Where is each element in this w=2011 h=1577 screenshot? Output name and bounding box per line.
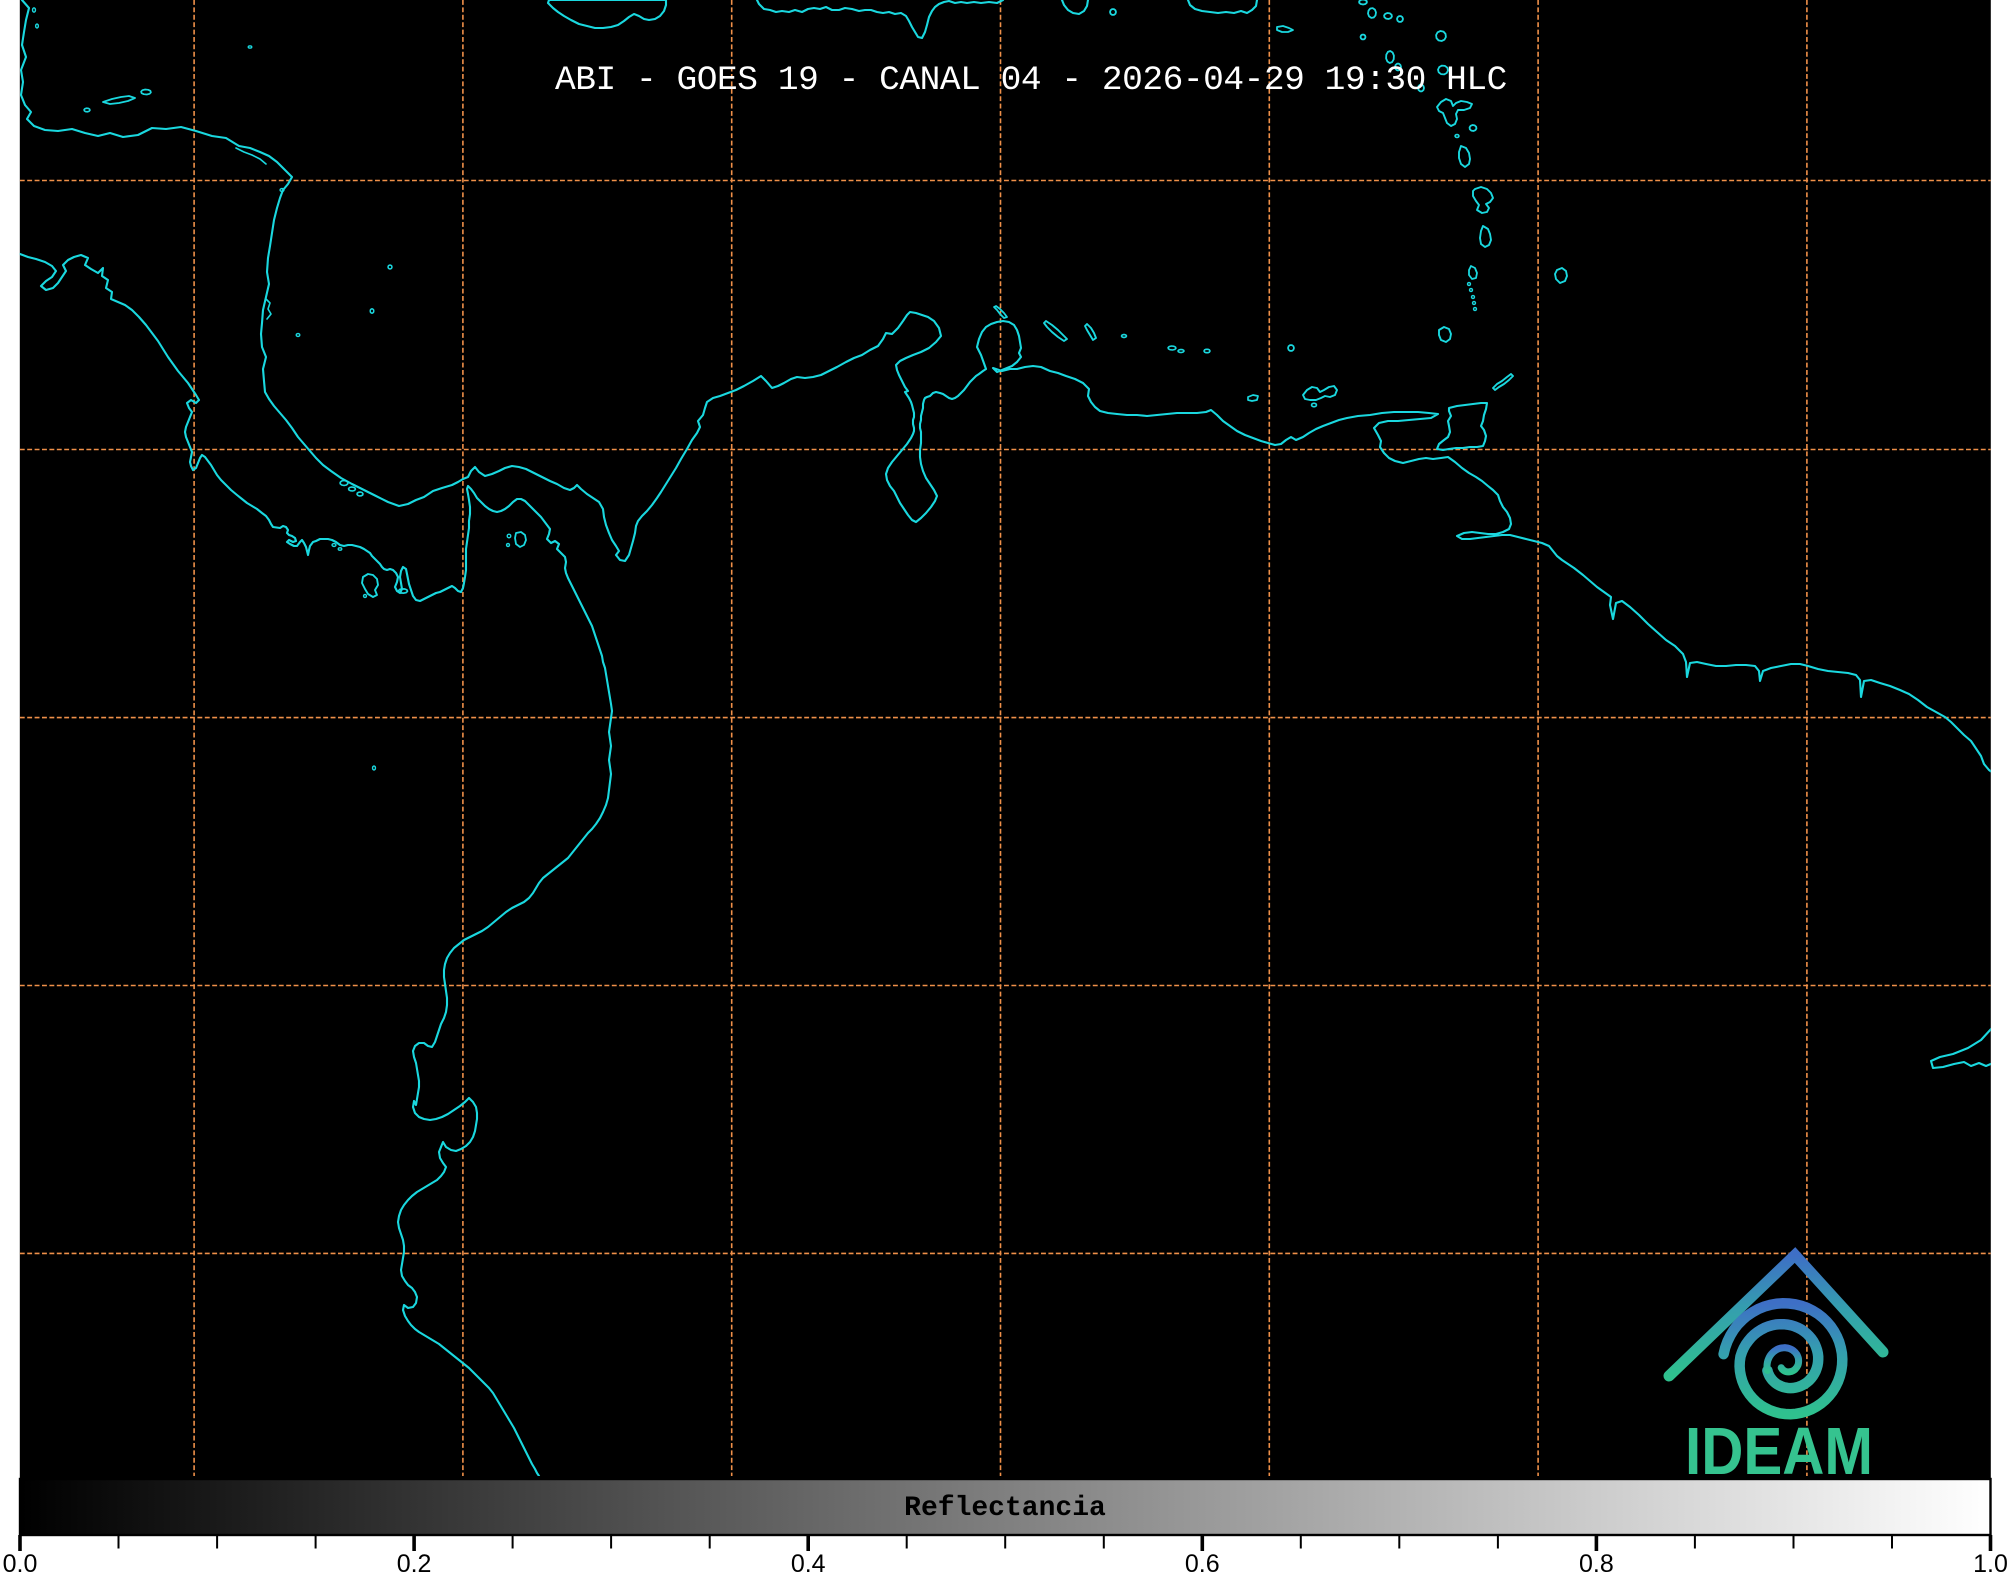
svg-text:0.0: 0.0 [3,1550,38,1577]
svg-text:Reflectancia: Reflectancia [904,1493,1106,1524]
svg-text:0.2: 0.2 [397,1550,432,1577]
svg-text:0.8: 0.8 [1579,1550,1614,1577]
svg-text:1.0: 1.0 [1973,1550,2008,1577]
svg-text:0.6: 0.6 [1185,1550,1220,1577]
svg-text:0.4: 0.4 [791,1550,826,1577]
svg-text:ABI - GOES 19 - CANAL 04 - 202: ABI - GOES 19 - CANAL 04 - 2026-04-29 19… [555,61,1507,100]
